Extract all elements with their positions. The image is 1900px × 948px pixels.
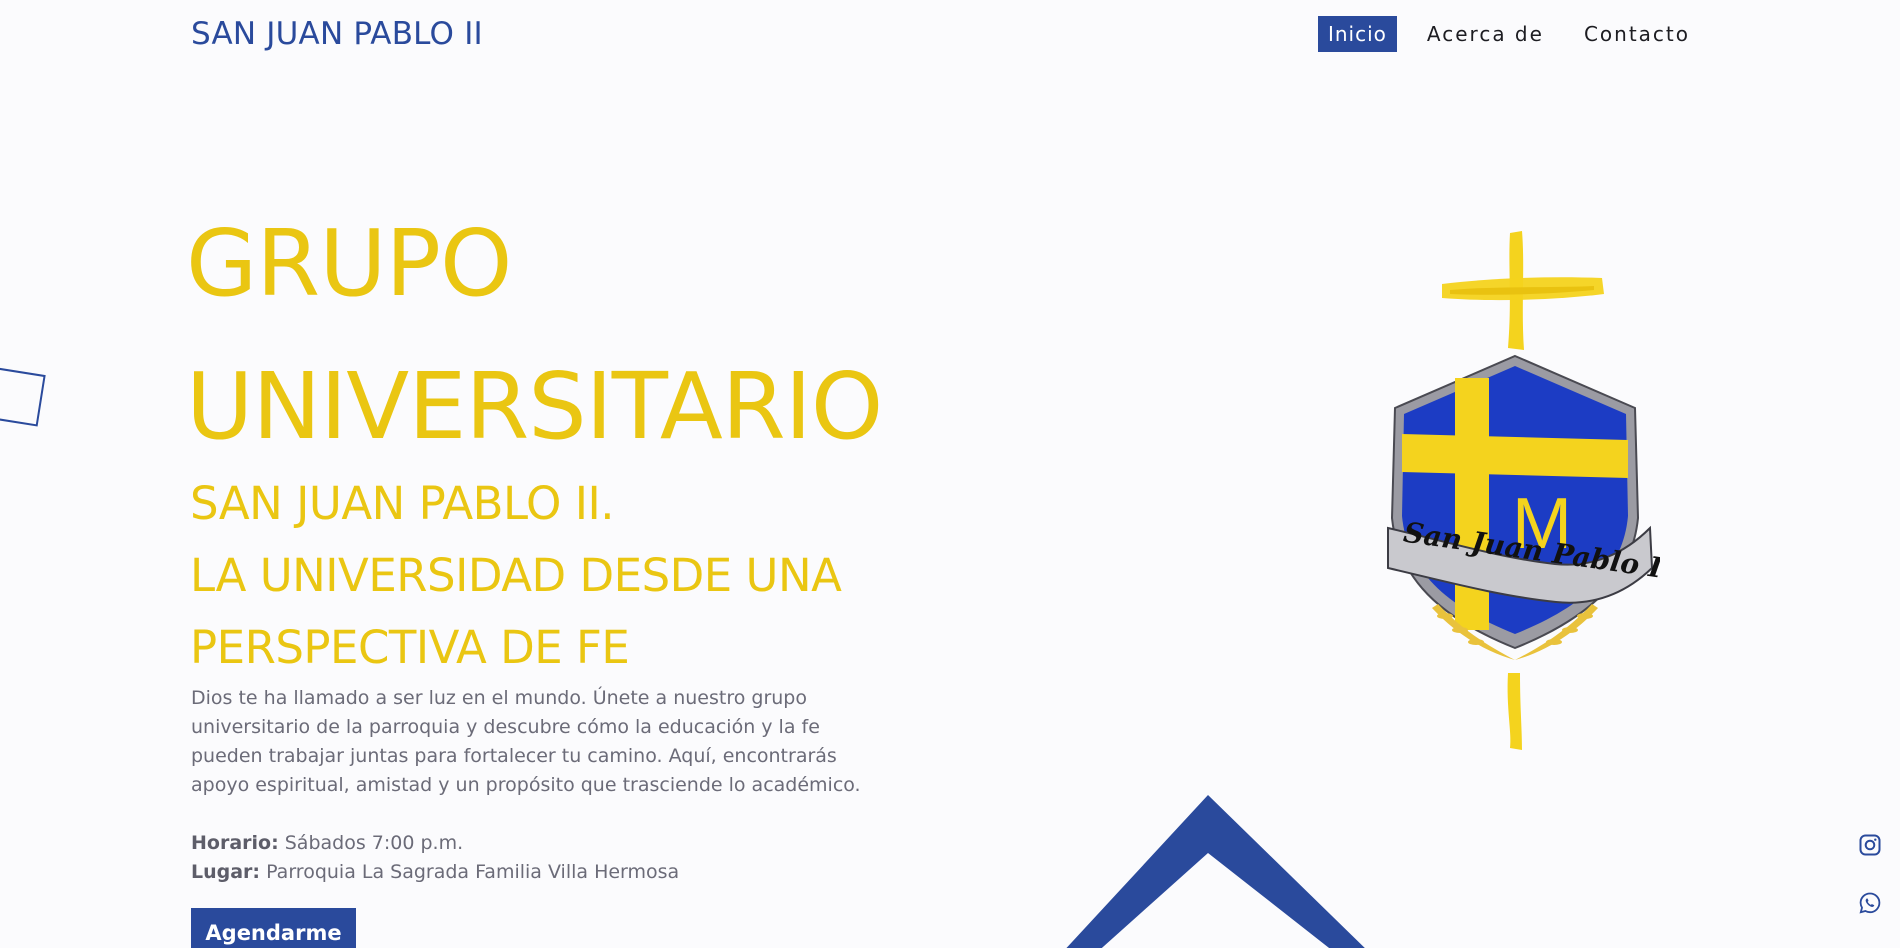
parish-group-emblem: M San Juan Pablo II — [1387, 231, 1660, 750]
hero-title-line-2: UNIVERSITARIO — [186, 353, 883, 460]
decorative-square-outline — [0, 365, 46, 427]
meeting-info: Horario: Sábados 7:00 p.m. Lugar: Parroq… — [191, 829, 679, 887]
hero-subtitle-line-2: LA UNIVERSIDAD DESDE UNA — [190, 549, 842, 602]
hero-title: GRUPO UNIVERSITARIO — [186, 192, 883, 478]
hero-subtitle-line-3: PERSPECTIVA DE FE — [190, 621, 630, 674]
hero-subtitle-line-1: SAN JUAN PABLO II. — [190, 477, 615, 530]
place-value: Parroquia La Sagrada Familia Villa Hermo… — [266, 861, 680, 883]
hero-description: Dios te ha llamado a ser luz en el mundo… — [191, 687, 861, 796]
nav-link-inicio[interactable]: Inicio — [1317, 16, 1397, 52]
schedule-value: Sábados 7:00 p.m. — [284, 832, 464, 854]
whatsapp-icon[interactable] — [1856, 889, 1884, 917]
hero-subtitle: SAN JUAN PABLO II. LA UNIVERSIDAD DESDE … — [190, 468, 842, 684]
instagram-icon[interactable] — [1856, 831, 1884, 859]
schedule-label: Horario: — [191, 832, 279, 854]
schedule-line: Horario: Sábados 7:00 p.m. — [191, 829, 679, 858]
brand-logo-link[interactable]: SAN JUAN PABLO II — [191, 14, 483, 54]
main-nav: Inicio Acerca de Contacto — [1298, 16, 1700, 52]
place-label: Lugar: — [191, 861, 261, 883]
page: SAN JUAN PABLO II Inicio Acerca de Conta… — [0, 0, 1900, 948]
nav-link-acerca-de[interactable]: Acerca de — [1417, 16, 1554, 52]
agendarme-button[interactable]: Agendarme — [191, 908, 356, 948]
nav-link-contacto[interactable]: Contacto — [1574, 16, 1700, 52]
place-line: Lugar: Parroquia La Sagrada Familia Vill… — [191, 858, 679, 887]
hero-title-line-1: GRUPO — [186, 210, 512, 317]
emblem-top-cross — [1442, 231, 1604, 350]
decorative-chevron-shape — [1066, 795, 1365, 948]
